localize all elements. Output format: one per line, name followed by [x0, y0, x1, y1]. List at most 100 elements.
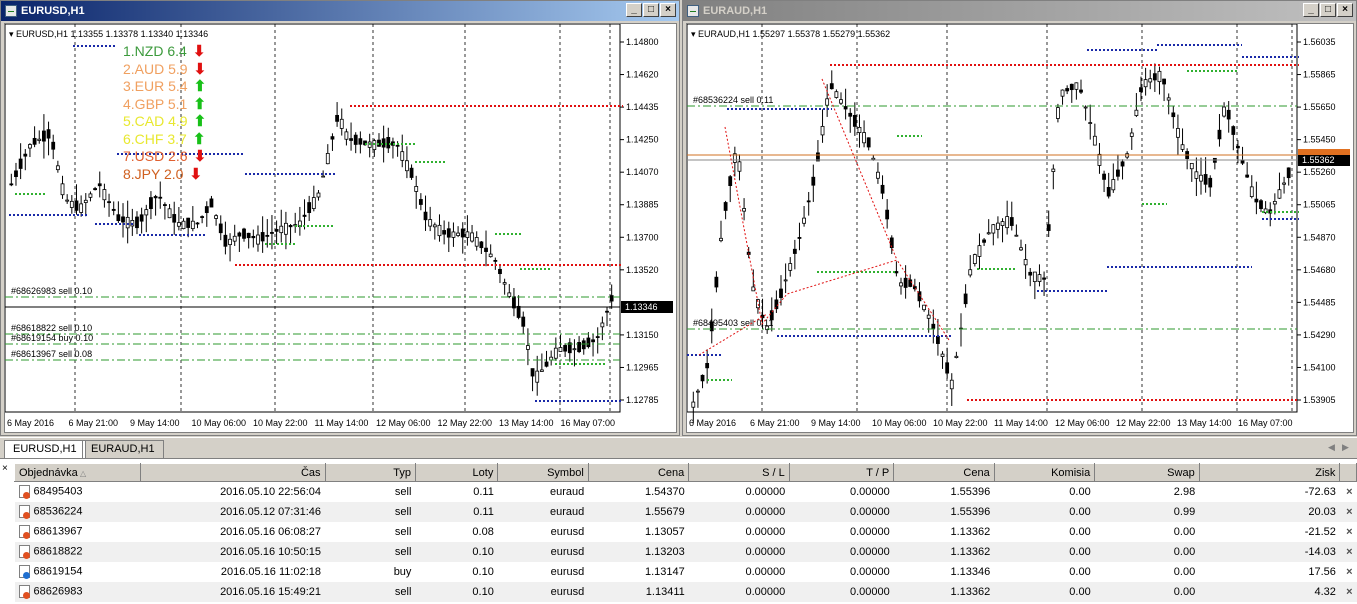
candle-body [783, 279, 788, 282]
candle-body [572, 348, 577, 351]
table-row[interactable]: 68626983 2016.05.16 15:49:21 sell 0.10 eurus… [14, 581, 1357, 602]
table-row[interactable]: 68495403 2016.05.10 22:56:04 sell 0.11 eurau… [15, 482, 1357, 502]
candle-body [972, 254, 977, 264]
candle-body [256, 234, 260, 245]
table-row[interactable]: 68619154 2016.05.16 11:02:18 buy 0.10 eurusd… [15, 562, 1357, 582]
table-row[interactable]: 68536224 2016.05.12 07:31:46 sell 0.11 eurau… [14, 501, 1357, 522]
column-header[interactable]: Cena [587, 463, 690, 482]
minimize-button[interactable]: _ [1303, 3, 1319, 17]
candle-body [237, 232, 242, 237]
column-header[interactable]: Cena [893, 463, 995, 482]
close-order-icon[interactable]: × [1340, 562, 1357, 582]
arrow-up-icon: ⬆ [193, 95, 206, 113]
table-cell: 0.00 [1173, 545, 1196, 558]
price-tick-label: 1.55260 [1303, 167, 1336, 177]
tab-eurusd[interactable]: EURUSD,H1 [4, 440, 86, 458]
table-cell: 4.32 [1314, 585, 1336, 598]
candle-body [270, 232, 274, 234]
candle-body [600, 322, 605, 328]
chart-canvas[interactable]: 1.56035 1.55865 1.55650 1.55450 1.55260 1.550… [687, 24, 1355, 434]
close-button[interactable]: × [660, 3, 676, 17]
tab-euraud[interactable]: EURAUD,H1 [82, 440, 164, 458]
candle-body [797, 237, 802, 239]
close-order-icon[interactable]: × [1339, 501, 1357, 522]
candle-body [474, 237, 479, 247]
close-order-icon[interactable]: × [1340, 522, 1357, 542]
close-order-icon[interactable]: × [1339, 541, 1357, 562]
column-header[interactable]: Zisk [1198, 463, 1341, 482]
orders-table: Objednávka △ Čas Typ Loty Symbol Cena S / LT /… [14, 463, 1357, 602]
sell-order-icon [18, 485, 30, 500]
candle-body [1102, 173, 1106, 180]
strength-item: 4.GBP 5.1 ⬆ [123, 96, 206, 114]
column-header[interactable]: Swap [1094, 463, 1200, 482]
candle-body [1014, 234, 1019, 237]
candle-body [349, 138, 353, 141]
price-tick-label: 1.54485 [1303, 297, 1336, 307]
chart-canvas[interactable]: 1.14800 1.14620 1.14435 1.14250 1.14070 1.138… [5, 24, 678, 434]
table-cell: -14.03 [1304, 545, 1336, 558]
candle-body [55, 165, 60, 171]
price-tick-label: 1.53905 [1303, 395, 1336, 405]
column-header[interactable]: Loty [414, 463, 499, 482]
candle-body [968, 269, 973, 276]
candle-body [936, 335, 940, 344]
terminal-close-icon[interactable]: × [2, 463, 8, 474]
table-cell: buy [393, 565, 412, 578]
strength-label: 2.AUD 5.9 [123, 60, 188, 77]
column-header[interactable]: Typ [324, 463, 416, 482]
price-tick-label: 1.55865 [1303, 70, 1336, 80]
time-tick-label: 9 May 14:00 [811, 418, 861, 428]
price-tick-label: 1.54680 [1303, 265, 1336, 275]
table-cell: 0.00 [1069, 565, 1091, 578]
column-header[interactable]: Komisia [993, 463, 1096, 482]
candle-body [894, 271, 899, 274]
candle-body [307, 202, 312, 213]
table-cell: 17.56 [1308, 565, 1336, 578]
chart-window-eurusd[interactable]: EURUSD,H1 _ □ × 1.14800 1.14620 1.14435 1.1… [0, 0, 680, 436]
table-row[interactable]: 68618822 2016.05.16 10:50:15 sell 0.10 eurus… [14, 541, 1357, 562]
order-label: #68618822 sell 0.10 [11, 323, 92, 333]
candle-body [344, 131, 349, 140]
candle-body [700, 374, 705, 382]
column-header[interactable]: Objednávka △ [14, 463, 141, 482]
candle-body [28, 144, 32, 149]
candle-body [940, 353, 945, 357]
candle-body [460, 228, 465, 238]
candle-body [1236, 145, 1240, 149]
scroll-right-icon[interactable]: ▶ [1342, 442, 1349, 453]
price-chart[interactable]: 1.56035 1.55865 1.55650 1.55450 1.55260 1.550… [686, 23, 1354, 433]
strength-item: 1.NZD 6.4 ⬇ [123, 43, 206, 61]
time-tick-label: 12 May 06:00 [1055, 418, 1110, 428]
column-header[interactable]: Symbol [497, 463, 589, 482]
sort-asc-icon: △ [77, 468, 87, 478]
minimize-button[interactable]: _ [626, 3, 642, 17]
close-button[interactable]: × [1337, 3, 1353, 17]
candle-body [526, 345, 530, 350]
candle-body [200, 216, 205, 218]
strength-label: 3.EUR 5.4 [123, 78, 188, 94]
close-order-icon[interactable]: × [1340, 482, 1357, 502]
candle-body [74, 200, 79, 211]
column-header[interactable]: T / P [788, 463, 895, 482]
column-header[interactable]: S / L [688, 463, 790, 482]
window-titlebar[interactable]: EURAUD,H1 _ □ × [683, 1, 1356, 21]
table-cell: eurusd [550, 565, 585, 578]
table-cell: 0.11 [473, 505, 494, 518]
maximize-button[interactable]: □ [643, 3, 659, 17]
window-titlebar[interactable]: EURUSD,H1 _ □ × [1, 1, 679, 21]
plot-area [687, 24, 1298, 413]
price-tick-label: 1.14250 [626, 135, 659, 145]
time-tick-label: 6 May 2016 [7, 418, 54, 428]
candle-body [125, 216, 130, 229]
chart-window-euraud[interactable]: EURAUD,H1 _ □ × 1.56035 1.55865 1.55650 1.5… [682, 0, 1357, 436]
time-tick-label: 16 May 07:00 [1238, 418, 1293, 428]
close-order-icon[interactable]: × [1339, 581, 1357, 602]
price-chart[interactable]: 1.14800 1.14620 1.14435 1.14250 1.14070 1.138… [4, 23, 677, 433]
maximize-button[interactable]: □ [1320, 3, 1336, 17]
scroll-left-icon[interactable]: ◀ [1328, 442, 1335, 453]
table-row[interactable]: 68613967 2016.05.16 06:08:27 sell 0.08 eurus… [15, 522, 1357, 542]
candle-body [1129, 132, 1134, 137]
minimize-icon: _ [1308, 4, 1314, 15]
column-header[interactable]: Čas [139, 463, 326, 482]
